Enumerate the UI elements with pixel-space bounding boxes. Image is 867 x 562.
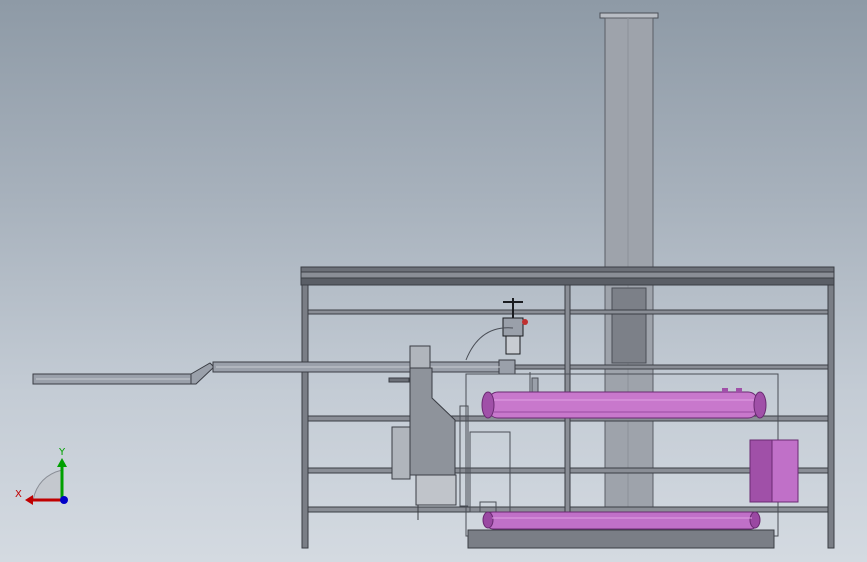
triad-y-label: Y [58,447,66,458]
gate-valve[interactable] [502,298,528,355]
stack-top-flange [599,12,659,19]
lower-drum[interactable] [482,511,761,530]
cad-model-view[interactable]: Y X [0,0,867,562]
exhaust-stack[interactable] [599,12,659,511]
graphics-viewport[interactable]: Y X [0,0,867,562]
roof-frame[interactable] [300,266,835,286]
triad-x-label: X [15,489,22,500]
control-cabinet[interactable] [749,439,799,503]
stack-base-transition [611,287,647,364]
stack-pipe [604,17,654,511]
triad-z-axis [60,496,68,504]
upper-drum[interactable] [481,388,767,419]
inlet-duct[interactable] [32,359,516,385]
coordinate-triad: Y X [15,447,68,505]
triad-plane [32,469,63,501]
base-skid [467,529,775,549]
